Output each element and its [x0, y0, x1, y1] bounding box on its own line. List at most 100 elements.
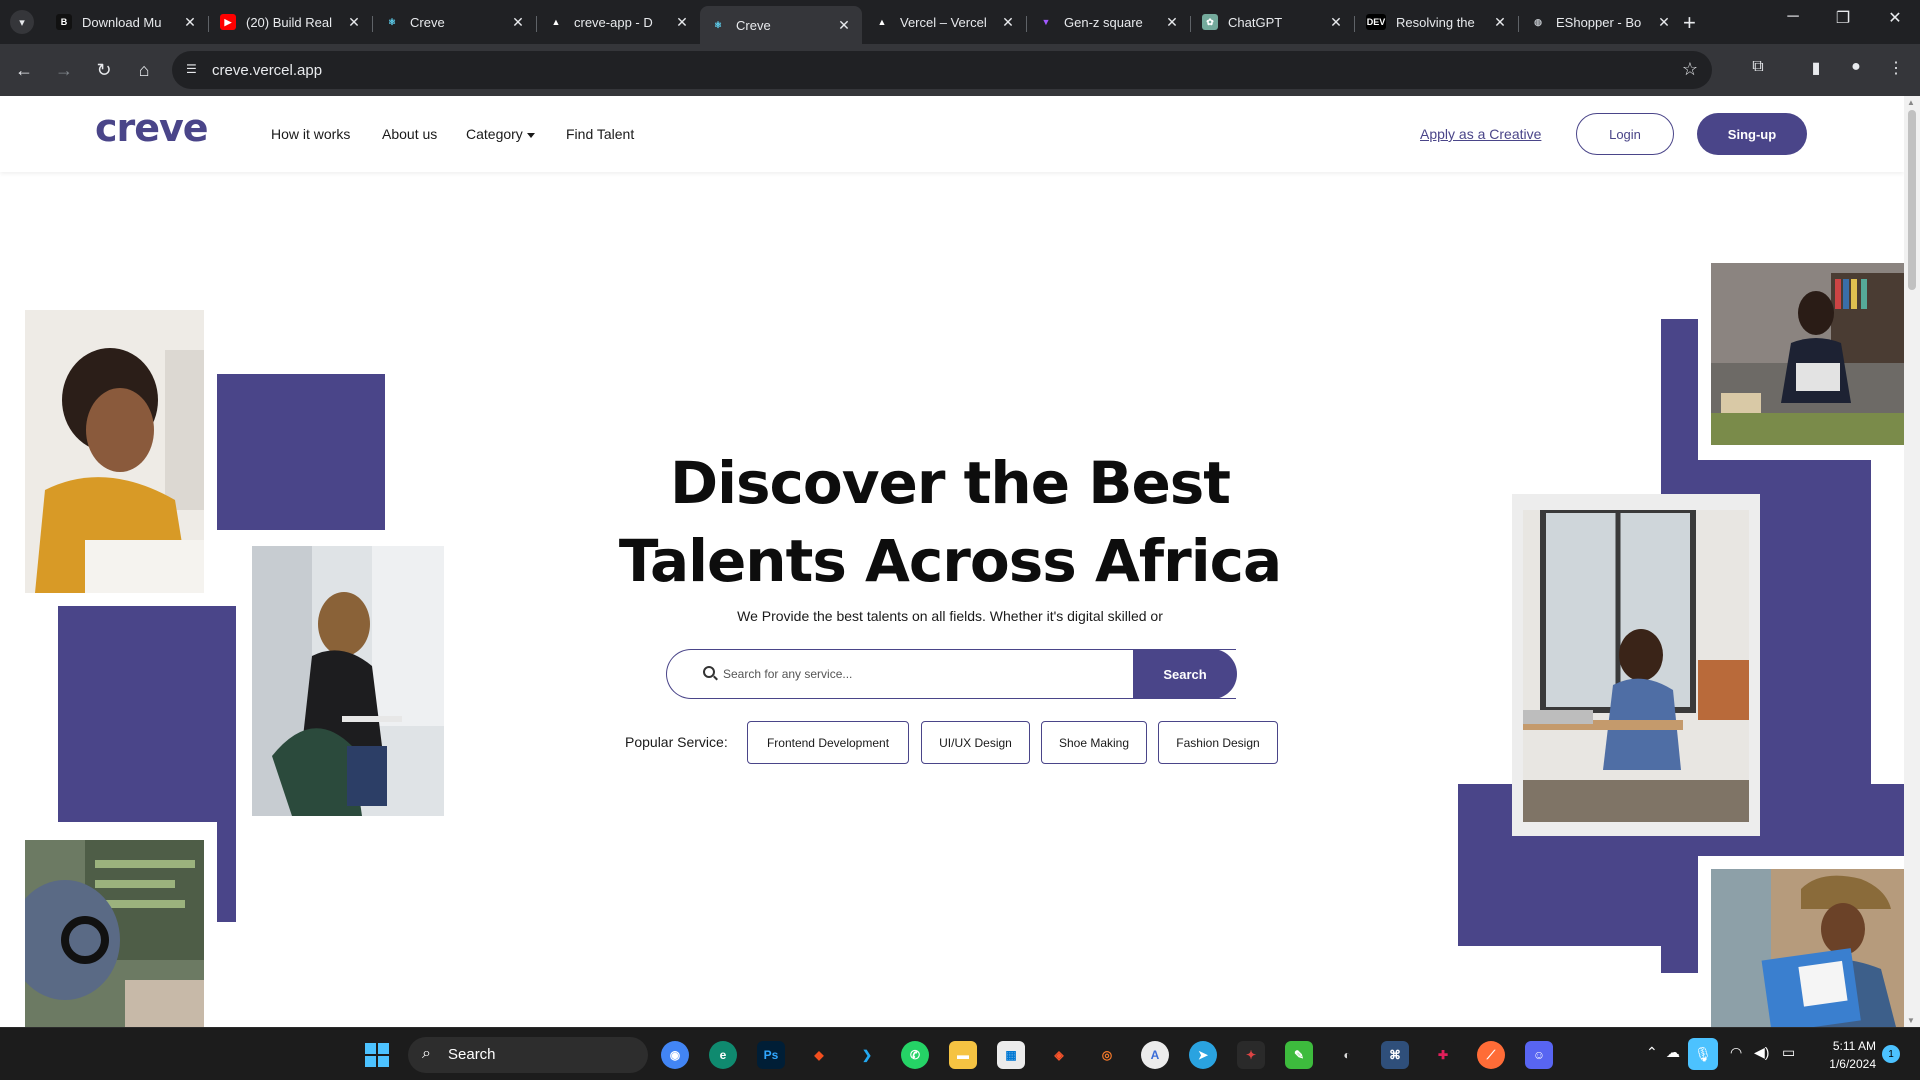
close-icon[interactable]: ✕: [674, 14, 690, 31]
obs-icon[interactable]: ◐: [1333, 1041, 1361, 1069]
clock[interactable]: 5:11 AM 1/6/2024: [1822, 1037, 1876, 1073]
windows-start-icon[interactable]: [365, 1043, 389, 1067]
vscode-icon[interactable]: ❯: [853, 1041, 881, 1069]
tab-eshopper[interactable]: ◍ EShopper - Bo ✕: [1520, 6, 1682, 38]
close-icon[interactable]: ✕: [1328, 14, 1344, 31]
tab-youtube[interactable]: ▶ (20) Build Real ✕: [210, 6, 372, 38]
close-icon[interactable]: ✕: [346, 14, 362, 31]
tab-dev[interactable]: DEV Resolving the ✕: [1356, 6, 1518, 38]
vercel-icon: ▲: [877, 17, 887, 27]
tab-title: Resolving the: [1396, 14, 1475, 30]
search-icon: ⌕: [422, 1045, 431, 1062]
volume-icon[interactable]: ◀): [1754, 1044, 1769, 1061]
microphone-icon[interactable]: 🎙: [1688, 1038, 1718, 1070]
tab-title: Creve: [736, 17, 771, 33]
service-chip-shoe[interactable]: Shoe Making: [1041, 721, 1147, 764]
back-icon[interactable]: ←: [10, 56, 38, 84]
brave-icon[interactable]: ◈: [1045, 1041, 1073, 1069]
address-bar[interactable]: ☰ creve.vercel.app ☆: [172, 51, 1712, 89]
tab-title: (20) Build Real: [246, 14, 332, 30]
search-button[interactable]: Search: [1133, 649, 1237, 699]
close-icon[interactable]: ✕: [836, 17, 852, 34]
new-tab-icon[interactable]: +: [1683, 10, 1696, 36]
notification-badge[interactable]: 1: [1882, 1045, 1900, 1063]
app-icon[interactable]: A: [1141, 1041, 1169, 1069]
site-info-icon[interactable]: ☰: [186, 62, 202, 78]
game-icon[interactable]: ✦: [1237, 1041, 1265, 1069]
tab-creve-app[interactable]: ▲ creve-app - D ✕: [538, 6, 700, 38]
nav-find-talent[interactable]: Find Talent: [566, 126, 634, 142]
telegram-icon[interactable]: ➤: [1189, 1041, 1217, 1069]
scroll-up-icon[interactable]: ▲: [1907, 98, 1915, 107]
workbench-icon[interactable]: ⌘: [1381, 1041, 1409, 1069]
signup-button[interactable]: Sing-up: [1697, 113, 1807, 155]
scroll-down-icon[interactable]: ▼: [1907, 1016, 1915, 1025]
minimize-icon[interactable]: ─: [1770, 8, 1816, 26]
close-icon[interactable]: ✕: [1000, 14, 1016, 31]
extensions-icon[interactable]: ⧉: [1746, 58, 1770, 76]
photo-woman-books: [1711, 263, 1904, 445]
tab-creve-active[interactable]: ⚛ Creve ✕: [700, 6, 862, 44]
tab-title: Download Mu: [82, 14, 162, 30]
tab-download[interactable]: B Download Mu ✕: [46, 6, 208, 38]
url-text[interactable]: creve.vercel.app: [212, 62, 322, 79]
tab-vercel[interactable]: ▲ Vercel – Vercel ✕: [864, 6, 1026, 38]
blender-icon[interactable]: ◎: [1093, 1041, 1121, 1069]
close-icon[interactable]: ✕: [182, 14, 198, 31]
taskbar-search[interactable]: ⌕ Search: [408, 1037, 648, 1073]
file-explorer-icon[interactable]: ▬: [949, 1041, 977, 1069]
nav-category[interactable]: Category: [466, 126, 535, 142]
nav-about-us[interactable]: About us: [382, 126, 437, 142]
service-chip-uiux[interactable]: UI/UX Design: [921, 721, 1030, 764]
hero-title: Discover the Best Talents Across Africa: [560, 444, 1340, 600]
forward-icon[interactable]: →: [50, 56, 78, 84]
menu-icon[interactable]: ⋮: [1884, 58, 1908, 78]
tab-genz[interactable]: ▼ Gen-z square ✕: [1028, 6, 1190, 38]
bookmark-star-icon[interactable]: ☆: [1682, 59, 1698, 80]
close-icon[interactable]: ✕: [1492, 14, 1508, 31]
discord-icon[interactable]: ☺: [1525, 1041, 1553, 1069]
tab-chatgpt[interactable]: ✿ ChatGPT ✕: [1192, 6, 1354, 38]
scroll-thumb[interactable]: [1908, 110, 1916, 290]
slack-icon[interactable]: ✚: [1429, 1041, 1457, 1069]
search-icon: [703, 666, 715, 678]
page-scrollbar[interactable]: ▲ ▼: [1904, 96, 1920, 1027]
tab-creve[interactable]: ⚛ Creve ✕: [374, 6, 536, 38]
tab-strip: ▾ B Download Mu ✕ ▶ (20) Build Real ✕ ⚛ …: [0, 0, 1920, 44]
logo[interactable]: creve: [95, 106, 209, 150]
onedrive-icon[interactable]: ☁: [1666, 1044, 1680, 1061]
tab-title: Creve: [410, 14, 445, 30]
tab-search-button[interactable]: ▾: [10, 10, 34, 34]
photo-woman-stickers: [1711, 869, 1904, 1027]
clock-time: 5:11 AM: [1832, 1039, 1876, 1053]
sidepanel-icon[interactable]: ▮: [1804, 58, 1828, 78]
edge-icon[interactable]: e: [709, 1041, 737, 1069]
wifi-icon[interactable]: ◠: [1730, 1044, 1742, 1061]
tab-title: ChatGPT: [1228, 14, 1283, 30]
battery-icon[interactable]: ▭: [1782, 1044, 1795, 1061]
vite-icon: ▼: [1041, 17, 1051, 27]
tray-chevron-icon[interactable]: ⌃: [1646, 1044, 1658, 1061]
profile-icon[interactable]: ●: [1844, 58, 1868, 76]
home-icon[interactable]: ⌂: [130, 56, 158, 84]
figma-icon[interactable]: ◆: [805, 1041, 833, 1069]
service-chip-frontend[interactable]: Frontend Development: [747, 721, 909, 764]
postman-icon[interactable]: ⟋: [1477, 1041, 1505, 1069]
window-close-icon[interactable]: ✕: [1872, 8, 1918, 28]
decor-block: [217, 822, 236, 922]
close-icon[interactable]: ✕: [1656, 14, 1672, 31]
chrome-icon[interactable]: ◉: [661, 1041, 689, 1069]
reload-icon[interactable]: ↻: [90, 56, 118, 84]
store-icon[interactable]: ▦: [997, 1041, 1025, 1069]
service-chip-fashion[interactable]: Fashion Design: [1158, 721, 1278, 764]
login-button[interactable]: Login: [1576, 113, 1674, 155]
close-icon[interactable]: ✕: [510, 14, 526, 31]
close-icon[interactable]: ✕: [1164, 14, 1180, 31]
search-placeholder: Search for any service...: [723, 667, 853, 681]
nav-how-it-works[interactable]: How it works: [271, 126, 350, 142]
whatsapp-icon[interactable]: ✆: [901, 1041, 929, 1069]
notes-icon[interactable]: ✎: [1285, 1041, 1313, 1069]
apply-creative-link[interactable]: Apply as a Creative: [1420, 126, 1541, 142]
restore-icon[interactable]: ❐: [1820, 8, 1866, 28]
photoshop-icon[interactable]: Ps: [757, 1041, 785, 1069]
